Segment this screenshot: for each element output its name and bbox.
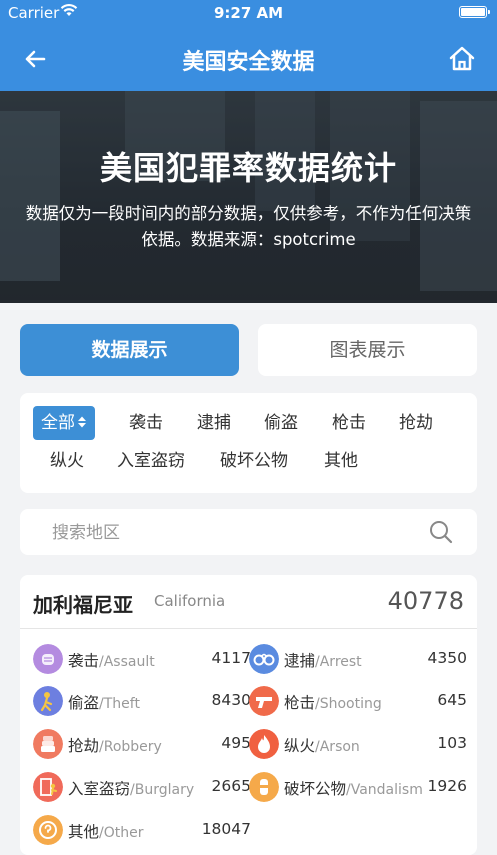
stat-value: 1926 [427, 777, 467, 795]
stat-value: 8430 [211, 691, 251, 709]
stat-label-en: /Assault [99, 654, 155, 670]
filter-chip-assault[interactable]: 袭击 [129, 406, 163, 440]
battery-icon [459, 6, 490, 18]
hero-title: 美国犯罪率数据统计 [99, 149, 397, 187]
stat-value: 103 [437, 734, 467, 752]
filter-chip-all[interactable]: 全部 [33, 406, 95, 440]
other-icon [33, 815, 63, 845]
filter-chip-theft[interactable]: 偷盗 [264, 406, 298, 440]
thief-icon [33, 686, 63, 716]
stat-robbery: 抢劫/Robbery 495 [33, 729, 251, 761]
filter-chip-vandalism[interactable]: 破坏公物 [220, 444, 288, 478]
stat-label: 其他 [68, 823, 100, 841]
stat-label-en: /Arrest [315, 654, 362, 670]
stat-theft: 偷盗/Theft 8430 [33, 686, 251, 718]
filter-chip-other[interactable]: 其他 [324, 444, 358, 478]
stat-value: 4350 [427, 649, 467, 667]
tab-chart-view[interactable]: 图表展示 [258, 324, 477, 376]
filter-chip-arson[interactable]: 纵火 [50, 444, 84, 478]
stat-label-en: /Burglary [130, 782, 195, 798]
nav-bar: 美国安全数据 [0, 26, 497, 91]
stat-value: 4117 [211, 649, 251, 667]
robbery-icon [33, 729, 63, 759]
hero-description-line-2: 依据。数据来源：spotcrime [141, 230, 356, 249]
filter-chip-arrest[interactable]: 逮捕 [197, 406, 231, 440]
search-bar [20, 509, 477, 555]
stat-burglary: 入室盗窃/Burglary 2665 [33, 772, 251, 804]
stat-label-en: /Shooting [315, 696, 382, 712]
tab-data-view[interactable]: 数据展示 [20, 324, 239, 376]
search-input[interactable] [50, 517, 414, 549]
stat-label: 袭击 [68, 652, 100, 670]
assault-icon [33, 644, 63, 674]
stat-label: 纵火 [284, 737, 316, 755]
stat-vandalism: 破坏公物/Vandalism 1926 [249, 772, 467, 804]
clock: 9:27 AM [213, 4, 284, 22]
stat-arrest: 逮捕/Arrest 4350 [249, 644, 467, 676]
hero-banner: 美国犯罪率数据统计 数据仅为一段时间内的部分数据，仅供参考，不作为任何决策 依据… [0, 91, 497, 303]
region-name-en: California [154, 592, 226, 610]
region-card[interactable]: 加利福尼亚 California 40778 袭击/Assault 4117 逮… [20, 575, 477, 855]
stat-label-en: /Vandalism [346, 782, 423, 798]
filter-chip-all-label: 全部 [41, 413, 75, 433]
filter-chip-burglary[interactable]: 入室盗窃 [117, 444, 185, 478]
stat-label-en: /Arson [315, 739, 360, 755]
home-icon[interactable] [447, 44, 477, 74]
filter-chip-robbery[interactable]: 抢劫 [399, 406, 433, 440]
status-bar: Carrier 9:27 AM [0, 0, 497, 26]
page-title: 美国安全数据 [182, 50, 315, 75]
hero-description: 数据仅为一段时间内的部分数据，仅供参考，不作为任何决策 依据。数据来源：spot… [4, 201, 493, 253]
search-icon[interactable] [429, 520, 453, 544]
stat-arson: 纵火/Arson 103 [249, 729, 467, 761]
region-total-count: 40778 [387, 587, 464, 615]
stat-label: 枪击 [284, 694, 316, 712]
burglary-icon [33, 772, 63, 802]
stat-label: 入室盗窃 [68, 780, 131, 798]
stat-value: 495 [221, 734, 251, 752]
region-name-cn: 加利福尼亚 [33, 593, 133, 617]
stat-label-en: /Other [99, 825, 144, 841]
stat-value: 18047 [201, 820, 251, 838]
stat-shooting: 枪击/Shooting 645 [249, 686, 467, 718]
stat-value: 645 [437, 691, 467, 709]
card-divider [20, 628, 477, 629]
crime-type-filter: 全部 袭击 逮捕 偷盗 枪击 抢劫 纵火 入室盗窃 破坏公物 其他 [20, 393, 477, 493]
filter-chip-shooting[interactable]: 枪击 [332, 406, 366, 440]
vandalism-icon [249, 772, 279, 802]
stat-other: 其他/Other 18047 [33, 815, 251, 847]
gun-icon [249, 686, 279, 716]
stat-label: 偷盗 [68, 694, 100, 712]
stat-label-en: /Robbery [99, 739, 162, 755]
fire-icon [249, 729, 279, 759]
sort-icon [78, 416, 86, 428]
stat-label: 抢劫 [68, 737, 100, 755]
handcuffs-icon [249, 644, 279, 674]
stat-value: 2665 [211, 777, 251, 795]
stat-label: 逮捕 [284, 652, 316, 670]
stat-label-en: /Theft [99, 696, 140, 712]
hero-description-line-1: 数据仅为一段时间内的部分数据，仅供参考，不作为任何决策 [25, 204, 472, 223]
stat-assault: 袭击/Assault 4117 [33, 644, 251, 676]
stat-label: 破坏公物 [284, 780, 347, 798]
